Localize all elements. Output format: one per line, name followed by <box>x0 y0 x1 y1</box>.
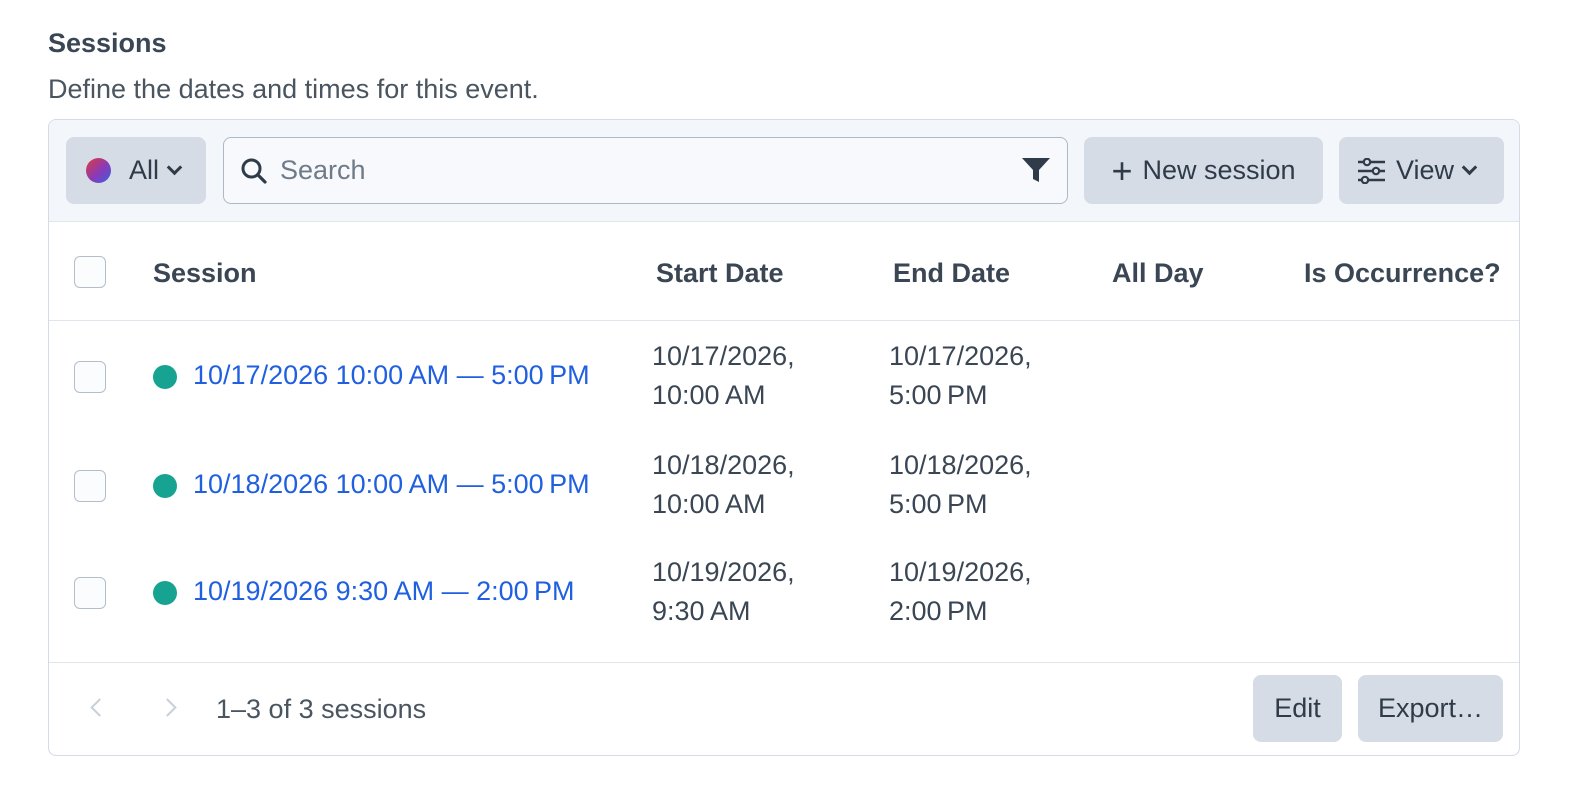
sliders-icon <box>1357 157 1386 184</box>
start-date-cell: 10/18/2026, 10:00 AM <box>652 446 795 524</box>
section-title: Sessions <box>48 28 167 58</box>
end-date-cell: 10/19/2026, 2:00 PM <box>889 553 1032 631</box>
start-date-time: 10:00 AM <box>652 380 766 410</box>
plus-icon: + <box>1111 149 1133 191</box>
start-date-cell: 10/19/2026, 9:30 AM <box>652 553 795 631</box>
status-dot <box>153 581 177 605</box>
export-button[interactable]: Export… <box>1358 675 1503 742</box>
filter-icon[interactable] <box>1021 157 1051 184</box>
status-dot <box>153 474 177 498</box>
session-link[interactable]: 10/17/2026 10:00 AM — 5:00 PM <box>193 360 590 391</box>
search-icon <box>240 157 268 185</box>
chevron-down-icon <box>166 159 183 176</box>
edit-label: Edit <box>1274 693 1321 723</box>
view-label: View <box>1396 155 1455 185</box>
table-header: Session Start Date End Date All Day Is O… <box>49 222 1519 321</box>
status-filter-dropdown[interactable]: All <box>66 137 206 204</box>
end-date-cell: 10/17/2026, 5:00 PM <box>889 337 1032 415</box>
start-date-day: 10/17/2026, <box>652 341 795 371</box>
edit-button[interactable]: Edit <box>1253 675 1342 742</box>
view-options-button[interactable]: View <box>1339 137 1504 204</box>
start-date-time: 10:00 AM <box>652 489 766 519</box>
end-date-day: 10/17/2026, <box>889 341 1032 371</box>
end-date-cell: 10/18/2026, 5:00 PM <box>889 446 1032 524</box>
row-checkbox[interactable] <box>74 470 106 502</box>
sessions-panel: All Search + New session View Session St… <box>48 119 1520 756</box>
next-page-icon[interactable] <box>158 698 177 717</box>
end-date-time: 5:00 PM <box>889 380 988 410</box>
end-date-time: 5:00 PM <box>889 489 988 519</box>
row-checkbox[interactable] <box>74 361 106 393</box>
section-description: Define the dates and times for this even… <box>48 74 539 104</box>
column-header-all-day[interactable]: All Day <box>1112 258 1204 289</box>
toolbar: All Search + New session View <box>49 120 1519 222</box>
end-date-day: 10/19/2026, <box>889 557 1032 587</box>
new-session-label: New session <box>1142 155 1296 185</box>
start-date-time: 9:30 AM <box>652 596 751 626</box>
start-date-cell: 10/17/2026, 10:00 AM <box>652 337 795 415</box>
row-checkbox[interactable] <box>74 577 106 609</box>
search-input[interactable]: Search <box>280 155 366 186</box>
session-link[interactable]: 10/19/2026 9:30 AM — 2:00 PM <box>193 576 575 607</box>
pagination-summary: 1–3 of 3 sessions <box>216 694 427 724</box>
status-filter-label: All <box>129 155 160 185</box>
new-session-button[interactable]: + New session <box>1084 137 1323 204</box>
select-all-checkbox[interactable] <box>74 256 106 288</box>
session-link[interactable]: 10/18/2026 10:00 AM — 5:00 PM <box>193 469 590 500</box>
start-date-day: 10/19/2026, <box>652 557 795 587</box>
chevron-down-icon <box>1461 159 1478 176</box>
search-box[interactable]: Search <box>223 137 1068 204</box>
column-header-session[interactable]: Session <box>153 258 257 289</box>
column-header-is-occurrence[interactable]: Is Occurrence? <box>1304 258 1501 289</box>
start-date-day: 10/18/2026, <box>652 450 795 480</box>
end-date-time: 2:00 PM <box>889 596 988 626</box>
end-date-day: 10/18/2026, <box>889 450 1032 480</box>
column-header-end-date[interactable]: End Date <box>893 258 1010 289</box>
status-color-icon <box>86 158 111 183</box>
table-footer: 1–3 of 3 sessions Edit Export… <box>49 662 1519 755</box>
previous-page-icon[interactable] <box>90 698 109 717</box>
status-dot <box>153 365 177 389</box>
column-header-start-date[interactable]: Start Date <box>656 258 784 289</box>
export-label: Export… <box>1377 693 1484 723</box>
